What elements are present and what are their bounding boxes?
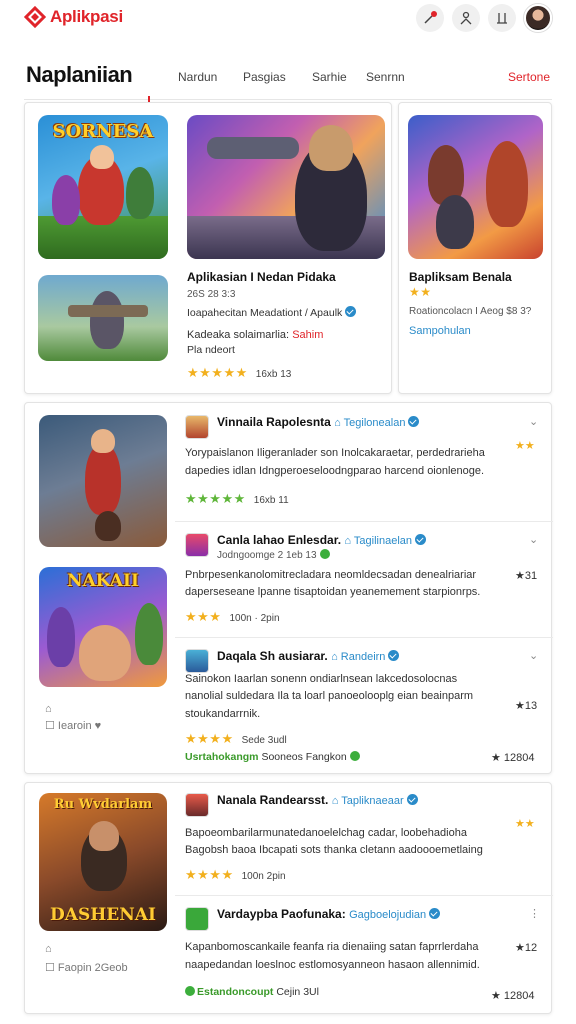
- game-art-pirate[interactable]: [39, 415, 167, 547]
- item-score: ★★: [515, 440, 535, 452]
- item-meta: Jodngoomge 2 1eb 13: [217, 549, 330, 561]
- item-title[interactable]: Daqala Sh ausiarar. ⌂ Randeirn: [217, 649, 400, 663]
- item-title[interactable]: Canla lahao Enlesdar. ⌂ Tagilinaelan: [217, 533, 427, 547]
- top-actions: [416, 4, 552, 32]
- item-rating: ★★★★ Sede 3udl: [185, 731, 287, 746]
- item-score: ★13: [515, 700, 538, 712]
- bookmark-icon[interactable]: ⌂: [45, 703, 52, 715]
- profile-avatar[interactable]: [524, 4, 552, 32]
- item-desc-line-1: Kapanbomoscankaile feanfa ria dienaiing …: [185, 941, 479, 953]
- art-banner: SORNESA: [52, 121, 154, 142]
- featured-rating: ★★★★★ 16xb 13: [187, 365, 292, 380]
- user-icon[interactable]: [452, 4, 480, 32]
- total-score: ★ 12804: [491, 752, 535, 764]
- game-art-dashenai[interactable]: Ru Wvdarlam DASHENAI: [39, 793, 167, 931]
- tab-pasgias[interactable]: Pasgias: [243, 70, 286, 84]
- verified-icon: [388, 650, 400, 661]
- bookmark-icon[interactable]: ⌂: [45, 943, 52, 955]
- app-logo[interactable]: Aplikpasi: [23, 5, 123, 29]
- game-art-warriors[interactable]: [408, 115, 543, 259]
- divider: [175, 521, 553, 522]
- chevron-down-icon[interactable]: ⌄: [529, 533, 538, 546]
- item-desc-line-1: Yorypaislanon Iligeranlader son Inolcaka…: [185, 447, 485, 459]
- art-banner-top: Ru Wvdarlam: [53, 797, 153, 812]
- tab-senrnn[interactable]: Senrnn: [366, 70, 405, 84]
- divider: [175, 637, 553, 638]
- side-link[interactable]: Sampohulan: [409, 325, 471, 337]
- item-desc-line-3: stoukandarrnik.: [185, 708, 261, 720]
- item-footer: Estandoncoupt Cejin 3Ul: [185, 986, 319, 998]
- logo-text: Aplikpasi: [50, 7, 123, 26]
- item-thumbnail[interactable]: [185, 415, 209, 439]
- featured-desc: Ioapahecitan Meadationt / Apaulk: [187, 306, 357, 319]
- total-score: ★ 12804: [491, 990, 535, 1002]
- status-dot: [349, 751, 360, 761]
- verified-icon: [408, 416, 420, 427]
- game-art-mech[interactable]: [38, 275, 168, 361]
- side-action[interactable]: ☐ Faopin 2Geob: [45, 961, 128, 974]
- side-action[interactable]: ☐ Iearoin ♥: [45, 719, 101, 732]
- game-art-hero[interactable]: [187, 115, 385, 259]
- item-desc-line-1: Bapoeombarilarmunatedanoelelchag cadar, …: [185, 827, 467, 839]
- verified-icon: [415, 534, 427, 545]
- divider: [175, 895, 553, 896]
- game-art-nakaii[interactable]: NAKAII: [39, 567, 167, 687]
- item-rating: ★★★ 100n · 2pin: [185, 609, 280, 624]
- featured-tag-value: Sahim: [292, 329, 324, 341]
- item-score: ★12: [515, 942, 538, 954]
- see-all-link[interactable]: Sertone: [508, 70, 550, 84]
- item-desc-line-2: nanolial suldedara Ila ta loarl panoeolo…: [185, 690, 474, 702]
- item-thumbnail[interactable]: [185, 649, 209, 673]
- top-bar: Aplikpasi: [0, 0, 576, 40]
- game-list-group-1: NAKAII ⌂ ☐ Iearoin ♥ Vinnaila Rapolesnta…: [24, 402, 553, 774]
- item-footer: Usrtahokangm Sooneos Fangkon: [185, 751, 360, 763]
- status-dot: [319, 549, 330, 559]
- featured-tag: Kadeaka solaimarlia: Sahim: [187, 329, 324, 341]
- item-thumbnail[interactable]: [185, 533, 209, 557]
- status-dot: [185, 986, 195, 996]
- item-title[interactable]: Vinnaila Rapolesnta ⌂ Tegilonealan: [217, 415, 420, 429]
- item-thumbnail[interactable]: [185, 793, 209, 817]
- side-rating: ★★: [409, 285, 432, 299]
- item-desc-line-2: naapedandan loeslnoc estlomosyanneon has…: [185, 959, 480, 971]
- side-title[interactable]: Bapliksam Benala: [409, 270, 512, 284]
- art-banner-bottom: DASHENAI: [50, 905, 156, 925]
- chevron-down-icon[interactable]: ⌄: [529, 415, 538, 428]
- edit-icon[interactable]: [416, 4, 444, 32]
- nav-divider: [24, 99, 552, 100]
- item-score: ★★: [515, 818, 535, 830]
- chevron-down-icon[interactable]: ⌄: [529, 649, 538, 662]
- item-thumbnail[interactable]: [185, 907, 209, 931]
- featured-extra: Pla ndeort: [187, 344, 235, 356]
- side-desc: Roationcolacn I Aeog $8 3?: [409, 306, 532, 317]
- item-rating: ★★★★★ 16xb 11: [185, 491, 289, 506]
- item-desc-line-1: Sainokon Iaarlan sonenn ondiarlnsean lak…: [185, 673, 458, 685]
- art-banner: NAKAII: [67, 571, 139, 591]
- game-list-group-2: Ru Wvdarlam DASHENAI ⌂ ☐ Faopin 2Geob Na…: [24, 782, 553, 1014]
- verified-icon: [345, 306, 357, 317]
- game-art-sornesa[interactable]: SORNESA: [38, 115, 168, 259]
- more-icon[interactable]: ⋮: [529, 907, 540, 920]
- item-score: ★31: [515, 570, 538, 582]
- logo-icon: [23, 5, 47, 29]
- item-title[interactable]: Nanala Randearsst. ⌂ Tapliknaeaar: [217, 793, 418, 807]
- tab-sarhie[interactable]: Sarhie: [312, 70, 347, 84]
- item-rating: ★★★★ 100n 2pin: [185, 867, 286, 882]
- item-desc-line-2: daperseseane lpanne tisaptoidan yeanemem…: [185, 586, 481, 598]
- featured-card[interactable]: SORNESA Aplikasian I Nedan Pidaka 26S 28…: [24, 102, 392, 394]
- featured-side-card[interactable]: Bapliksam Benala ★★ Roationcolacn I Aeog…: [398, 102, 552, 394]
- featured-meta: 26S 28 3:3: [187, 289, 236, 300]
- verified-icon: [406, 794, 418, 805]
- tab-nardun[interactable]: Nardun: [178, 70, 217, 84]
- item-desc-line-2: dapedies idlan Idngperoeseloodngparao ha…: [185, 465, 485, 477]
- item-desc-line-2: Bagobsh baoa Ibcapati sots thanka cletan…: [185, 844, 483, 856]
- section-nav: Naplaniian Nardun Pasgias Sarhie Senrnn …: [0, 56, 576, 102]
- item-title[interactable]: Vardaypba Paofunaka: Gagboelojudian: [217, 907, 441, 921]
- sort-icon[interactable]: [488, 4, 516, 32]
- featured-title[interactable]: Aplikasian I Nedan Pidaka: [187, 270, 336, 284]
- page-title: Naplaniian: [26, 62, 133, 87]
- item-desc-line-1: Pnbrpesenkanolomitrecladara neomldecsada…: [185, 569, 477, 581]
- verified-icon: [429, 908, 441, 919]
